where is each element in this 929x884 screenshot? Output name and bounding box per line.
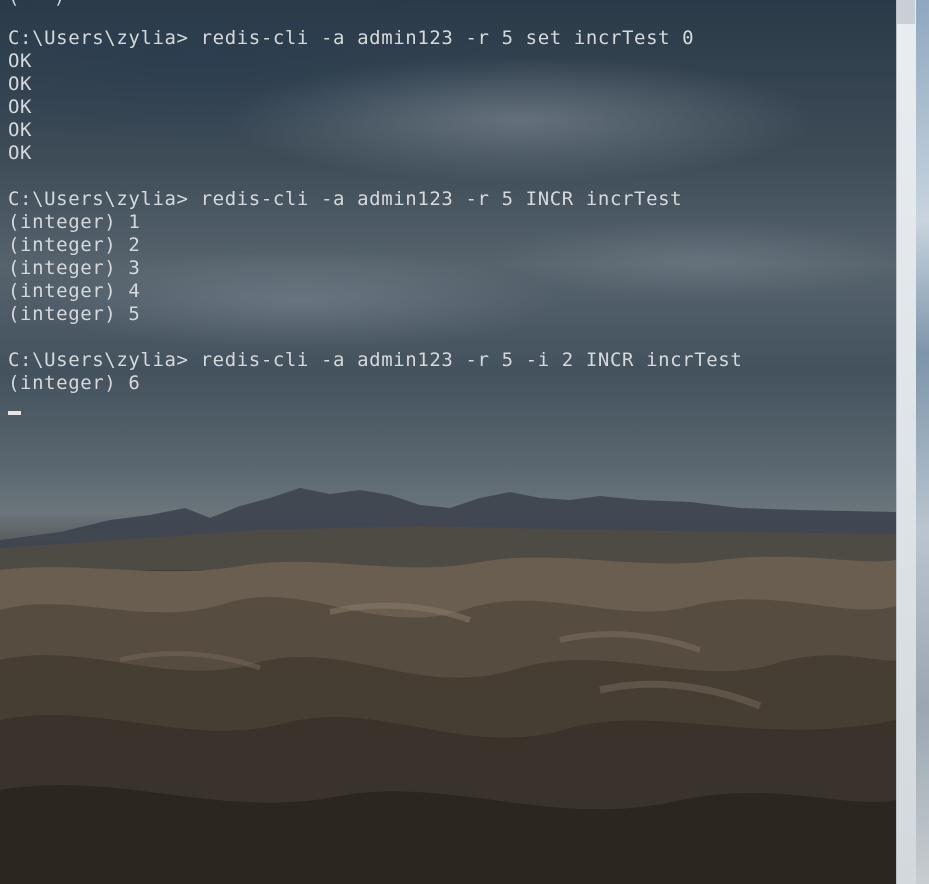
command-text: redis-cli -a admin123 -r 5 -i 2 INCR inc…	[200, 349, 743, 371]
prompt: C:\Users\zylia>	[8, 188, 201, 210]
command-line: C:\Users\zylia> redis-cli -a admin123 -r…	[8, 188, 682, 211]
output-line: OK	[8, 96, 33, 118]
command-line: C:\Users\zylia> redis-cli -a admin123 -r…	[8, 27, 694, 50]
command-line: C:\Users\zylia> redis-cli -a admin123 -r…	[8, 349, 742, 372]
background-window-edge	[916, 0, 929, 884]
window-scrollbar-track[interactable]	[896, 0, 917, 884]
output-line: (integer) 4	[8, 280, 141, 302]
terminal-output[interactable]: C:\Users\zylia> redis-cli -a admin123 -r…	[8, 0, 896, 884]
command-text: redis-cli -a admin123 -r 5 set incrTest …	[200, 27, 695, 49]
output-line: OK	[8, 50, 33, 72]
prompt: C:\Users\zylia>	[8, 27, 201, 49]
output-line: (integer) 6	[8, 372, 141, 394]
text-cursor	[8, 411, 21, 415]
output-line: (integer) 2	[8, 234, 141, 256]
command-text: redis-cli -a admin123 -r 5 INCR incrTest	[200, 188, 683, 210]
output-line: OK	[8, 119, 33, 141]
output-line: (integer) 5	[8, 303, 141, 325]
output-line: (integer) 1	[8, 211, 141, 233]
window-scrollbar-thumb[interactable]	[897, 0, 915, 24]
output-line: (integer) 3	[8, 257, 141, 279]
output-line: OK	[8, 142, 33, 164]
output-line: OK	[8, 73, 33, 95]
prompt: C:\Users\zylia>	[8, 349, 201, 371]
desktop: ( ) C:\Users\zylia> redis-cli -a admin12…	[0, 0, 929, 884]
